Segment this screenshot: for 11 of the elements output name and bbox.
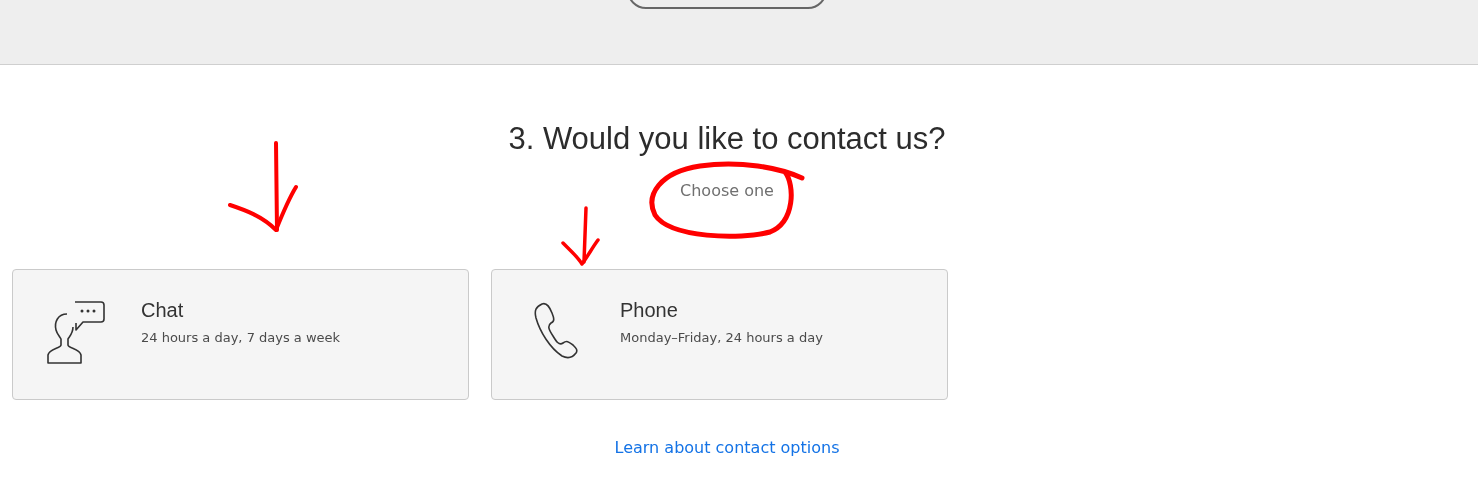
contact-option-card[interactable]: Chat 24 hours a day, 7 days a week <box>12 269 469 400</box>
option-title: Chat <box>141 298 185 322</box>
option-hours: 24 hours a day, 7 days a week <box>141 330 341 345</box>
contact-option-card[interactable]: Phone Monday–Friday, 24 hours a day <box>491 269 948 400</box>
contact-options-link[interactable]: Learn about contact options <box>614 438 864 457</box>
person-speech-bubble-icon <box>47 300 107 366</box>
subheading: Choose one <box>680 181 775 200</box>
option-hours: Monday–Friday, 24 hours a day <box>620 330 823 345</box>
option-title: Phone <box>620 298 679 322</box>
section-heading: 3. Would you like to contact us? <box>507 120 947 158</box>
phone-icon <box>532 300 580 360</box>
